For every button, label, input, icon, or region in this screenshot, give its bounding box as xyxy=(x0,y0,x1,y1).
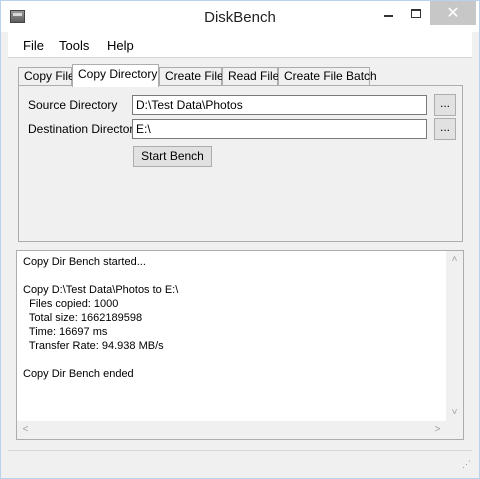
close-icon: ✕ xyxy=(446,5,460,22)
log-text: Copy Dir Bench started... Copy D:\Test D… xyxy=(23,255,443,420)
minimize-button[interactable] xyxy=(374,1,402,25)
scroll-left-icon[interactable]: < xyxy=(17,421,34,438)
log-line: Time: 16697 ms xyxy=(23,326,108,338)
copy-directory-panel: Source Directory D:\Test Data\Photos ...… xyxy=(18,85,463,242)
tab-create-file-batch[interactable]: Create File Batch xyxy=(278,67,377,86)
scroll-right-icon[interactable]: > xyxy=(429,421,446,438)
maximize-icon xyxy=(411,8,421,18)
title-bar[interactable]: DiskBench ✕ xyxy=(1,1,479,32)
browse-source-button[interactable]: ... xyxy=(434,94,456,116)
menu-tools[interactable]: Tools xyxy=(59,38,89,53)
destination-directory-label: Destination Directory xyxy=(28,122,140,136)
horizontal-scrollbar[interactable]: < > xyxy=(17,421,463,439)
tab-copy-directory[interactable]: Copy Directory xyxy=(72,64,159,87)
resize-grip-icon[interactable]: ⋰ xyxy=(461,459,471,469)
minimize-icon xyxy=(383,15,393,17)
scroll-down-icon[interactable]: ˅ xyxy=(446,404,463,421)
tab-copy-file[interactable]: Copy File xyxy=(18,67,75,86)
destination-directory-field[interactable]: E:\ xyxy=(132,119,427,139)
source-directory-field[interactable]: D:\Test Data\Photos xyxy=(132,95,427,115)
client-area: Copy File Copy Directory Create File Rea… xyxy=(8,58,472,472)
log-line: Transfer Rate: 94.938 MB/s xyxy=(23,340,164,352)
menu-help[interactable]: Help xyxy=(107,38,134,53)
log-output[interactable]: Copy Dir Bench started... Copy D:\Test D… xyxy=(16,250,464,440)
log-line: Copy Dir Bench started... xyxy=(23,256,146,268)
app-window: DiskBench ✕ File Tools Help Copy File Co… xyxy=(0,0,480,479)
tab-create-file[interactable]: Create File xyxy=(159,67,224,86)
browse-destination-button[interactable]: ... xyxy=(434,118,456,140)
status-bar: ⋰ xyxy=(8,450,472,472)
menu-file[interactable]: File xyxy=(23,38,44,53)
tab-read-file[interactable]: Read File xyxy=(222,67,279,86)
vertical-scrollbar[interactable]: ˄ ˅ xyxy=(446,251,463,421)
log-line: Total size: 1662189598 xyxy=(23,312,143,324)
close-button[interactable]: ✕ xyxy=(430,1,476,25)
log-line: Copy Dir Bench ended xyxy=(23,368,134,380)
menu-bar: File Tools Help xyxy=(8,32,472,58)
start-bench-button[interactable]: Start Bench xyxy=(133,146,212,167)
log-line: Files copied: 1000 xyxy=(23,298,119,310)
maximize-button[interactable] xyxy=(402,1,430,25)
log-line: Copy D:\Test Data\Photos to E:\ xyxy=(23,284,179,296)
scroll-up-icon[interactable]: ˄ xyxy=(446,251,463,268)
source-directory-label: Source Directory xyxy=(28,98,118,112)
